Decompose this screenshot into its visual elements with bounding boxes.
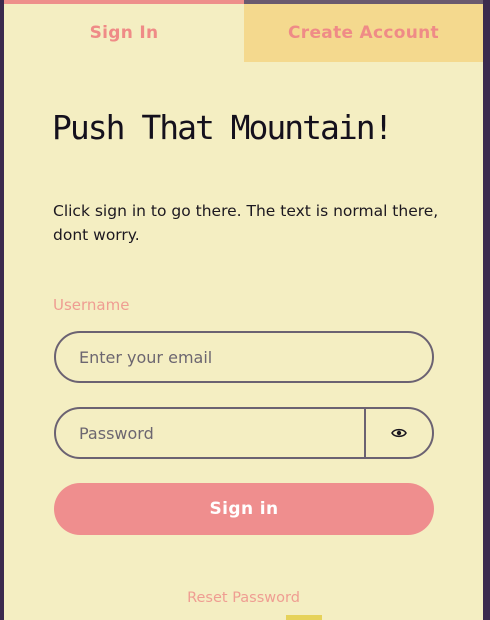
username-label: Username — [53, 296, 130, 314]
auth-tabs: Sign In Create Account — [4, 0, 483, 62]
sign-in-button[interactable]: Sign in — [54, 483, 434, 535]
bottom-accent-bar — [286, 615, 322, 620]
eye-icon — [391, 428, 407, 438]
tab-create-account[interactable]: Create Account — [244, 0, 483, 62]
login-card: Sign In Create Account Push That Mountai… — [4, 0, 483, 620]
page-description: Click sign in to go there. The text is n… — [53, 202, 439, 244]
tab-sign-in[interactable]: Sign In — [4, 0, 244, 62]
password-field-wrapper — [54, 407, 434, 459]
page-title: Push That Mountain! — [52, 108, 393, 147]
email-field-wrapper — [54, 331, 434, 383]
toggle-password-visibility-button[interactable] — [366, 409, 432, 457]
password-input-wrap — [56, 409, 366, 457]
password-field[interactable] — [56, 409, 364, 457]
reset-password-link[interactable]: Reset Password — [4, 590, 483, 606]
email-field[interactable] — [56, 333, 432, 381]
